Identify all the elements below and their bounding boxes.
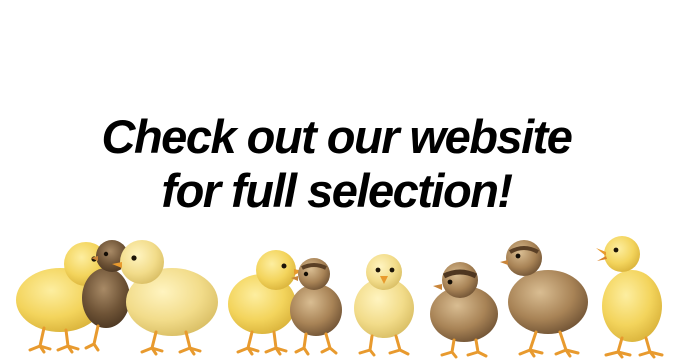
chick-8 — [500, 240, 588, 358]
headline-line-1: Check out our website — [101, 110, 573, 163]
chick-7 — [430, 262, 498, 359]
chick-3 — [112, 240, 218, 356]
chick-9 — [596, 236, 664, 359]
headline-line-2: for full selection! — [161, 164, 513, 217]
promo-banner: Check out our website for full selection… — [0, 0, 673, 364]
chick-6 — [354, 254, 414, 357]
promo-headline: Check out our website for full selection… — [0, 110, 673, 218]
baby-chicks-illustration — [16, 236, 664, 359]
